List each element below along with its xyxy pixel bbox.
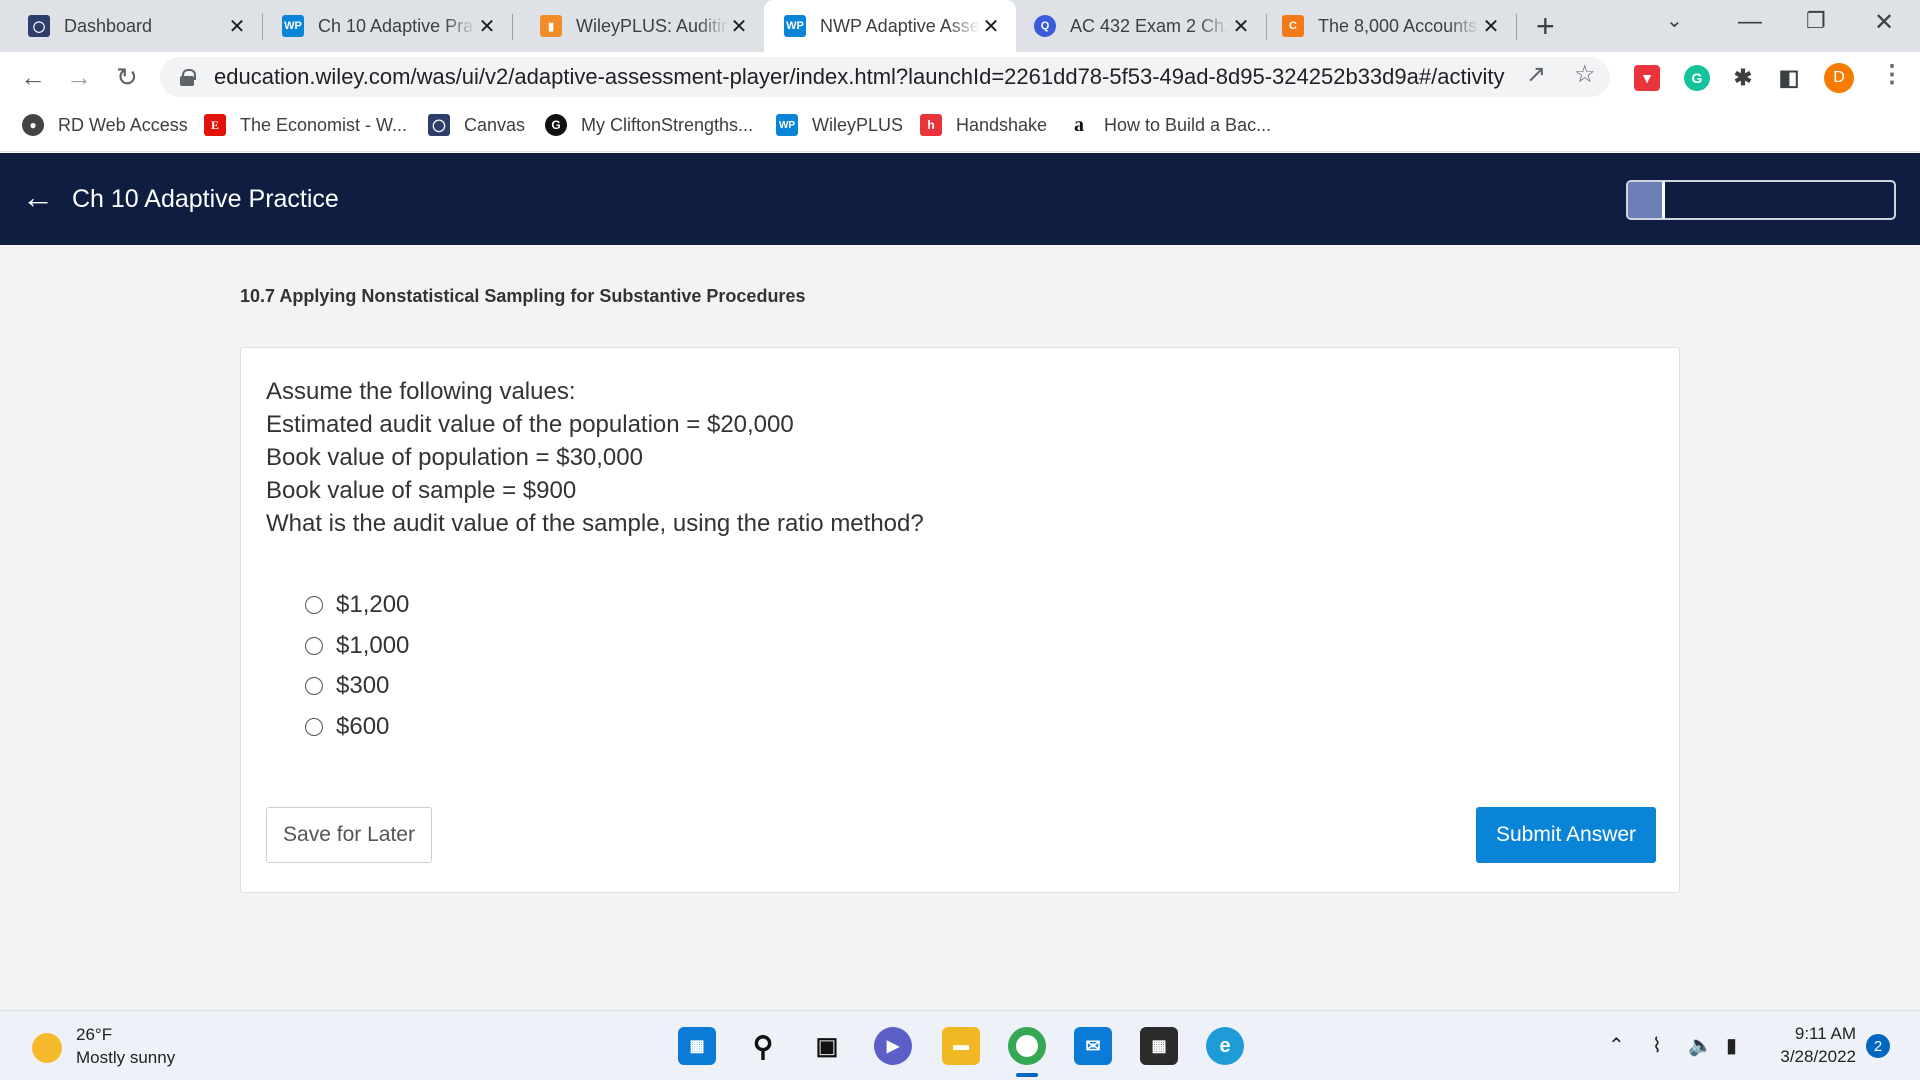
question-line: Assume the following values: [266, 378, 576, 405]
new-tab-button[interactable]: + [1536, 8, 1555, 45]
tab-nwp-adaptive[interactable]: WP NWP Adaptive Asse ✕ [764, 0, 1016, 52]
bookmark-wileyplus[interactable]: WP WileyPLUS [776, 114, 903, 136]
bookmark-cliftonstrengths[interactable]: G My CliftonStrengths... [545, 114, 753, 136]
radio-button[interactable] [305, 677, 323, 695]
tab-8000-accounts[interactable]: C The 8,000 Accounts ✕ [1266, 0, 1516, 52]
tab-ac432-exam[interactable]: Q AC 432 Exam 2 Ch. ✕ [1016, 0, 1266, 52]
radio-button[interactable] [305, 596, 323, 614]
progress-bar [1626, 180, 1896, 220]
answer-option[interactable]: $1,200 [305, 591, 409, 619]
answer-option[interactable]: $600 [305, 713, 389, 741]
search-icon[interactable]: ⚲ [744, 1027, 782, 1065]
mail-icon[interactable]: ✉ [1074, 1027, 1112, 1065]
menu-icon[interactable]: ⋮ [1880, 60, 1904, 89]
active-app-indicator [1016, 1073, 1038, 1077]
chevron-up-icon[interactable]: ⌃ [1608, 1033, 1625, 1058]
close-icon[interactable]: ✕ [226, 14, 248, 39]
shield-icon: ◯ [428, 114, 450, 136]
weather-temperature[interactable]: 26°F [76, 1025, 112, 1045]
restore-button[interactable]: ❐ [1806, 8, 1826, 34]
volume-muted-icon[interactable]: 🔈 [1688, 1033, 1713, 1058]
start-icon[interactable]: ▦ [678, 1027, 716, 1065]
profile-avatar[interactable]: D [1824, 63, 1854, 93]
radio-button[interactable] [305, 718, 323, 736]
store-icon[interactable]: ▦ [1140, 1027, 1178, 1065]
bookmark-how-to-build[interactable]: a How to Build a Bac... [1068, 114, 1271, 136]
tab-strip: ◯ Dashboard ✕ WP Ch 10 Adaptive Pra ✕ ▮ … [0, 0, 1920, 52]
bookmarks-bar: ● RD Web Access E The Economist - W... ◯… [0, 102, 1920, 152]
browser-toolbar: ← → ↻ education.wiley.com/was/ui/v2/adap… [0, 52, 1920, 102]
wifi-icon[interactable]: ⌇ [1652, 1033, 1662, 1058]
search-icon: Q [1034, 15, 1056, 37]
clock-date[interactable]: 3/28/2022 [1770, 1047, 1856, 1067]
address-bar[interactable]: education.wiley.com/was/ui/v2/adaptive-a… [160, 57, 1610, 97]
question-line: Book value of sample = $900 [266, 477, 577, 504]
battery-icon[interactable]: ▮ [1726, 1033, 1737, 1058]
globe-icon: ● [22, 114, 44, 136]
side-panel-icon[interactable]: ◧ [1776, 65, 1802, 91]
bookmark-canvas[interactable]: ◯ Canvas [428, 114, 525, 136]
close-icon[interactable]: ✕ [980, 14, 1002, 39]
minimize-button[interactable]: — [1738, 8, 1762, 36]
question-line: Book value of population = $30,000 [266, 444, 643, 471]
back-arrow-icon[interactable]: ← [22, 179, 54, 216]
lock-icon [180, 69, 196, 86]
main-content: 10.7 Applying Nonstatistical Sampling fo… [0, 245, 1920, 1010]
economist-icon: E [204, 114, 226, 136]
question-prompt: What is the audit value of the sample, u… [266, 510, 924, 537]
forward-icon[interactable]: → [66, 62, 92, 93]
file-explorer-icon[interactable]: ▬ [942, 1027, 980, 1065]
tab-wileyplus-auditing[interactable]: ▮ WileyPLUS: Auditin ✕ [512, 0, 764, 52]
save-for-later-button[interactable]: Save for Later [266, 807, 432, 863]
grammarly-icon[interactable]: G [1684, 65, 1710, 91]
sun-icon[interactable] [32, 1033, 62, 1063]
gallup-icon: G [545, 114, 567, 136]
question-card: Assume the following values: Estimated a… [240, 347, 1680, 893]
bookmark-icon: ▮ [540, 15, 562, 37]
handshake-icon: h [920, 114, 942, 136]
clock-time[interactable]: 9:11 AM [1792, 1024, 1856, 1044]
close-icon[interactable]: ✕ [1230, 14, 1252, 39]
weather-description[interactable]: Mostly sunny [76, 1048, 175, 1068]
task-view-icon[interactable]: ▣ [808, 1027, 846, 1065]
extensions-icon[interactable]: ✱ [1730, 65, 1756, 91]
radio-button[interactable] [305, 637, 323, 655]
close-window-button[interactable]: ✕ [1874, 8, 1894, 37]
tab-dashboard[interactable]: ◯ Dashboard ✕ [0, 0, 262, 52]
close-icon[interactable]: ✕ [1480, 14, 1502, 39]
answer-option[interactable]: $300 [305, 672, 389, 700]
chat-icon[interactable]: ▶ [874, 1027, 912, 1065]
wp-icon: WP [282, 15, 304, 37]
edge-icon[interactable]: e [1206, 1027, 1244, 1065]
url-text[interactable]: education.wiley.com/was/ui/v2/adaptive-a… [214, 64, 1504, 90]
wp-icon: WP [784, 15, 806, 37]
close-icon[interactable]: ✕ [476, 14, 498, 39]
star-icon[interactable]: ☆ [1574, 60, 1596, 89]
c-icon: C [1282, 15, 1304, 37]
back-icon[interactable]: ← [20, 62, 46, 93]
submit-answer-button[interactable]: Submit Answer [1476, 807, 1656, 863]
notification-badge[interactable]: 2 [1866, 1034, 1890, 1058]
tab-ch10-adaptive[interactable]: WP Ch 10 Adaptive Pra ✕ [262, 0, 512, 52]
page-title: Ch 10 Adaptive Practice [72, 185, 339, 213]
section-title: 10.7 Applying Nonstatistical Sampling fo… [240, 286, 806, 306]
question-line: Estimated audit value of the population … [266, 411, 794, 438]
answer-option[interactable]: $1,000 [305, 632, 409, 660]
bookmark-rd-web-access[interactable]: ● RD Web Access [22, 114, 188, 136]
tab-search-icon[interactable]: ⌄ [1666, 8, 1683, 33]
bookmark-handshake[interactable]: h Handshake [920, 114, 1047, 136]
share-icon[interactable]: ↗ [1526, 60, 1546, 89]
reload-icon[interactable]: ↻ [116, 62, 138, 93]
progress-fill [1628, 182, 1666, 218]
chrome-icon[interactable] [1008, 1027, 1046, 1065]
shield-icon: ◯ [28, 15, 50, 37]
a-icon: a [1068, 114, 1090, 136]
app-header: ← Ch 10 Adaptive Practice [0, 153, 1920, 245]
close-icon[interactable]: ✕ [728, 14, 750, 39]
wp-icon: WP [776, 114, 798, 136]
pocket-icon[interactable]: ▼ [1634, 65, 1660, 91]
bookmark-economist[interactable]: E The Economist - W... [204, 114, 407, 136]
taskbar: 26°F Mostly sunny ▦ ⚲ ▣ ▶ ▬ ✉ ▦ e ⌃ ⌇ 🔈 … [0, 1010, 1920, 1080]
